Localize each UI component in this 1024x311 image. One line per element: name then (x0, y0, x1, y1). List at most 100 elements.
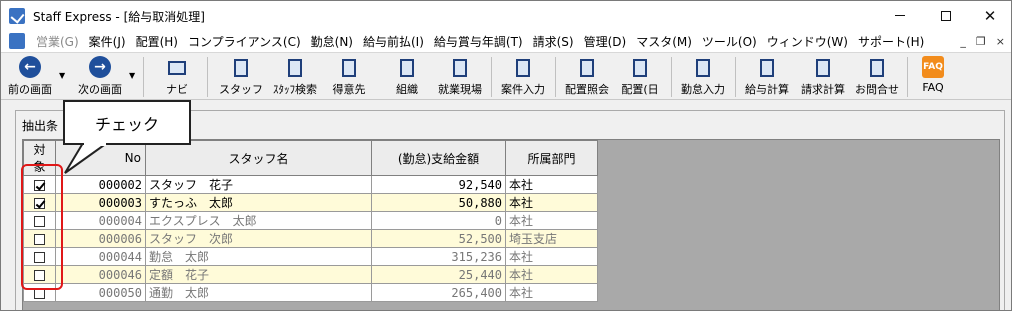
staff-no-cell[interactable]: 000004 (55, 211, 146, 230)
placement-inquiry-button[interactable]: 配置照会 (561, 56, 613, 98)
menu-item[interactable]: コンプライアンス(C) (183, 33, 306, 50)
mdi-controls: _ ❐ × (960, 35, 1005, 48)
table-row[interactable]: 000004 エクスプレス 太郎 0 本社 (23, 211, 598, 230)
mdi-restore-button[interactable]: ❐ (976, 35, 986, 48)
navi-button[interactable]: ナビ (159, 56, 195, 98)
staff-search-label: ｽﾀｯﾌ検索 (273, 83, 317, 96)
menu-item[interactable]: マスタ(M) (631, 33, 697, 50)
worksite-icon (450, 58, 470, 78)
toolbar-separator (907, 57, 908, 97)
people-icon (577, 58, 597, 78)
menu-item[interactable]: 案件(J) (84, 33, 131, 50)
menu-item[interactable]: 請求(S) (528, 33, 579, 50)
callout-text: チェック (94, 114, 159, 134)
staff-name-cell[interactable]: すたっふ 太郎 (145, 193, 372, 212)
table-row[interactable]: 000044 勤怠 太郎 315,236 本社 (23, 247, 598, 266)
table-row[interactable]: 000003 すたっふ 太郎 50,880 本社 (23, 193, 598, 212)
organization-button[interactable]: 組織 (385, 56, 429, 98)
worksite-button[interactable]: 就業現場 (433, 56, 487, 98)
column-header-no[interactable]: No (55, 140, 146, 176)
staff-name-cell[interactable]: 通勤 太郎 (145, 283, 372, 302)
calculator-icon (813, 58, 833, 78)
department-cell[interactable]: 本社 (505, 175, 598, 194)
close-button[interactable]: ✕ (967, 1, 1011, 30)
back-dropdown-icon[interactable]: ▼ (59, 71, 65, 80)
amount-cell[interactable]: 315,236 (371, 247, 506, 266)
navi-label: ナビ (166, 83, 188, 96)
faq-label: FAQ (922, 81, 944, 94)
staff-no-cell[interactable]: 000044 (55, 247, 146, 266)
staff-name-cell[interactable]: エクスプレス 太郎 (145, 211, 372, 230)
staff-name-cell[interactable]: 勤怠 太郎 (145, 247, 372, 266)
menu-item[interactable]: 管理(D) (579, 33, 632, 50)
menu-item[interactable]: サポート(H) (853, 33, 929, 50)
toolbar-separator (207, 57, 208, 97)
building-icon (339, 58, 359, 78)
department-cell[interactable]: 埼玉支店 (505, 229, 598, 248)
department-cell[interactable]: 本社 (505, 193, 598, 212)
table-row[interactable]: 000050 通勤 太郎 265,400 本社 (23, 283, 598, 302)
department-cell[interactable]: 本社 (505, 247, 598, 266)
department-cell[interactable]: 本社 (505, 211, 598, 230)
menu-item[interactable]: 給与賞与年調(T) (429, 33, 528, 50)
attendance-input-button[interactable]: 勤怠入力 (677, 56, 729, 98)
next-button[interactable]: → 次の画面 (75, 56, 125, 98)
billing-calc-button[interactable]: 請求計算 (797, 56, 849, 98)
next-dropdown-icon[interactable]: ▼ (129, 71, 135, 80)
amount-cell[interactable]: 52,500 (371, 229, 506, 248)
staff-name-cell[interactable]: 定額 花子 (145, 265, 372, 284)
staff-button[interactable]: スタッフ (219, 56, 263, 98)
app-icon (9, 8, 25, 24)
inquiry-button[interactable]: お問合せ (853, 56, 901, 98)
staff-no-cell[interactable]: 000003 (55, 193, 146, 212)
mdi-close-button[interactable]: × (996, 35, 1005, 48)
amount-cell[interactable]: 50,880 (371, 193, 506, 212)
column-header-amount[interactable]: (勤怠)支給金額 (371, 140, 506, 176)
staff-label: スタッフ (219, 83, 263, 96)
toolbar: ← 前の画面 ▼ → 次の画面 ▼ ナビ スタッフ ｽﾀｯﾌ検索 得意先 組織 … (1, 52, 1011, 100)
staff-name-cell[interactable]: スタッフ 次郎 (145, 229, 372, 248)
table-row[interactable]: 000002 スタッフ 花子 92,540 本社 (23, 175, 598, 194)
department-cell[interactable]: 本社 (505, 283, 598, 302)
staff-no-cell[interactable]: 000006 (55, 229, 146, 248)
arrow-right-icon: → (89, 56, 111, 78)
toolbar-separator (491, 57, 492, 97)
arrow-left-icon: ← (19, 56, 41, 78)
amount-cell[interactable]: 265,400 (371, 283, 506, 302)
payroll-calc-button[interactable]: 給与計算 (741, 56, 793, 98)
menu-item[interactable]: 配置(H) (131, 33, 183, 50)
billing-calc-label: 請求計算 (801, 83, 845, 96)
amount-cell[interactable]: 0 (371, 211, 506, 230)
menu-item[interactable]: 勤怠(N) (306, 33, 358, 50)
toolbar-separator (555, 57, 556, 97)
menu-item[interactable]: 営業(G) (31, 33, 84, 50)
menu-item[interactable]: 給与前払(I) (358, 33, 429, 50)
minimize-button[interactable] (877, 1, 923, 30)
menu-item[interactable]: ウィンドウ(W) (762, 33, 853, 50)
amount-cell[interactable]: 25,440 (371, 265, 506, 284)
department-cell[interactable]: 本社 (505, 265, 598, 284)
amount-cell[interactable]: 92,540 (371, 175, 506, 194)
staff-no-cell[interactable]: 000046 (55, 265, 146, 284)
back-label: 前の画面 (8, 83, 52, 96)
mdi-minimize-button[interactable]: _ (960, 35, 966, 48)
case-input-icon (513, 58, 533, 78)
faq-button[interactable]: FAQ FAQ (915, 56, 951, 98)
staff-no-cell[interactable]: 000050 (55, 283, 146, 302)
column-header-staff-name[interactable]: スタッフ名 (145, 140, 372, 176)
staff-name-cell[interactable]: スタッフ 花子 (145, 175, 372, 194)
maximize-button[interactable] (923, 1, 969, 30)
menu-item[interactable]: ツール(O) (697, 33, 762, 50)
client-button[interactable]: 得意先 (327, 56, 371, 98)
placement-day-button[interactable]: 配置(日 (617, 56, 663, 98)
callout-box: チェック (63, 100, 191, 145)
placement-inquiry-label: 配置照会 (565, 83, 609, 96)
column-header-department[interactable]: 所属部門 (505, 140, 598, 176)
table-row[interactable]: 000006 スタッフ 次郎 52,500 埼玉支店 (23, 229, 598, 248)
table-row[interactable]: 000046 定額 花子 25,440 本社 (23, 265, 598, 284)
title-bar: Staff Express - [給与取消処理] ✕ (1, 1, 1011, 30)
case-input-button[interactable]: 案件入力 (497, 56, 549, 98)
staff-no-cell[interactable]: 000002 (55, 175, 146, 194)
back-button[interactable]: ← 前の画面 (7, 56, 53, 98)
staff-search-button[interactable]: ｽﾀｯﾌ検索 (267, 56, 323, 98)
